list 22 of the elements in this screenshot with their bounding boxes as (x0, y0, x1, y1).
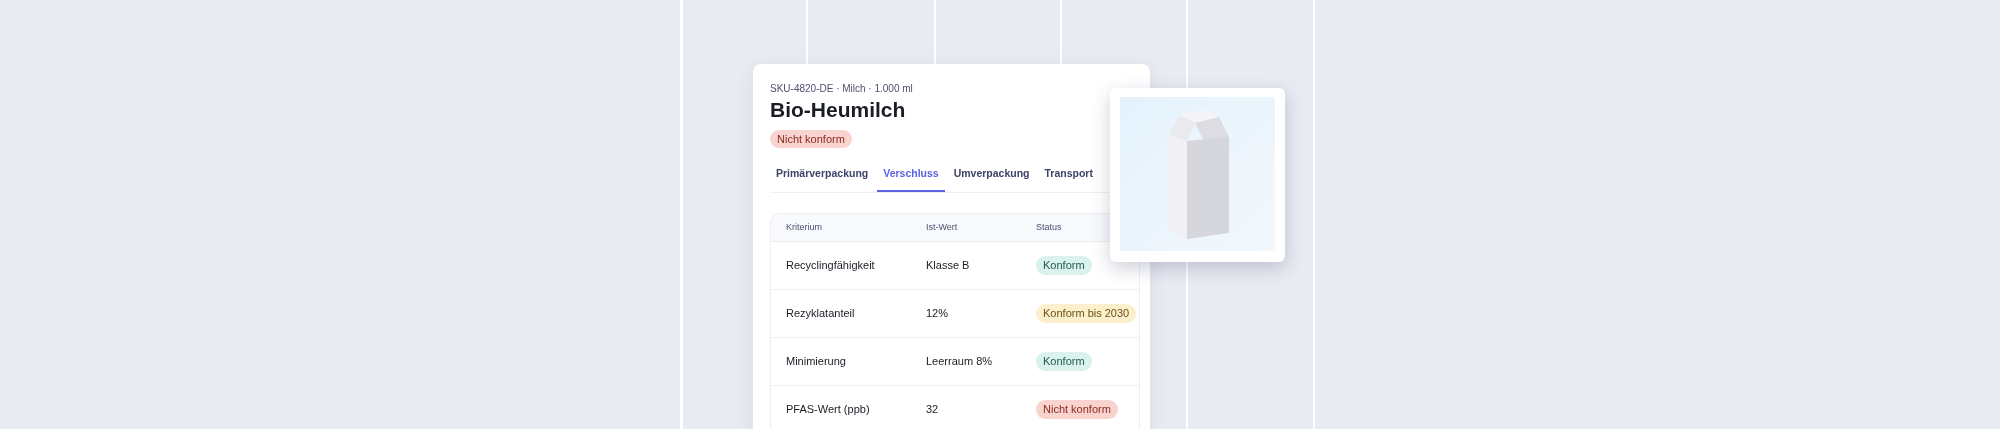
tab[interactable]: Verschluss (877, 160, 945, 192)
table-cell-text: Recyclingfähigkeit (786, 258, 876, 274)
table-cell-text: PFAS-Wert (ppb) (786, 402, 871, 418)
status-pill: Konform bis 2030 (1036, 304, 1137, 323)
column-header: Ist-Wert (926, 220, 959, 234)
table-cell-text: Rezyklatanteil (786, 306, 856, 322)
column-header: Kriterium (786, 220, 823, 234)
status-pill: Konform (1036, 256, 1092, 275)
table-cell-text: Leerraum 8% (926, 354, 994, 370)
product-meta: SKU-4820-DE · Milch · 1.000 ml (770, 82, 914, 96)
status-pill: Konform (1036, 352, 1092, 371)
status-pill: Nicht konform (770, 130, 852, 149)
tab[interactable]: Transport (1038, 160, 1099, 192)
table-cell-text: Klasse B (926, 258, 971, 274)
column-header: Status (1036, 220, 1063, 234)
status-pill: Nicht konform (1036, 400, 1118, 419)
tab[interactable]: Umverpackung (947, 160, 1036, 192)
tab[interactable]: Primärverpackung (770, 160, 875, 192)
product-title: Bio-Heumilch (770, 98, 907, 123)
table-cell-text: Minimierung (786, 354, 847, 370)
table-cell-text: 12% (926, 306, 950, 322)
table-cell-text: 32 (926, 402, 940, 418)
